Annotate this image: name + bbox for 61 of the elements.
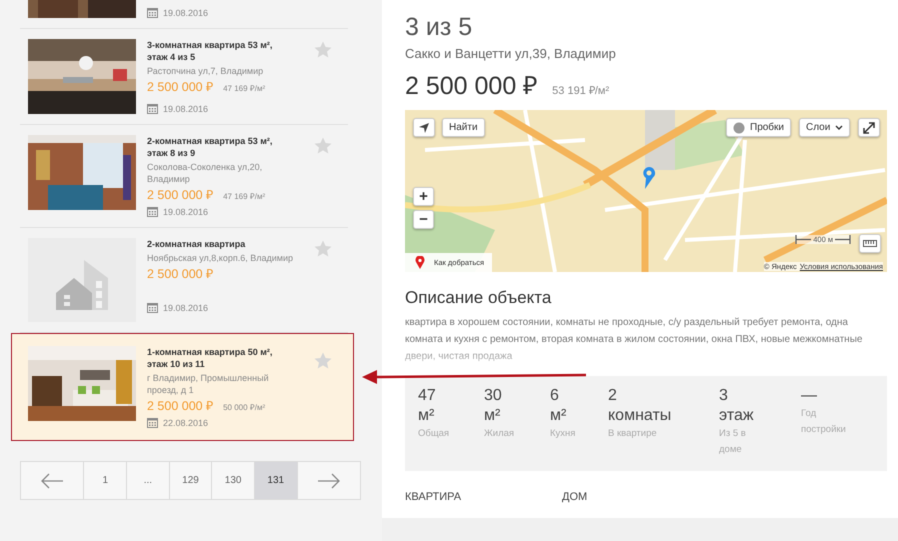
price-per-m2: 50 000 ₽/м² [223, 402, 266, 412]
layers-button[interactable]: Слои [799, 118, 850, 137]
page-button[interactable]: ... [127, 462, 170, 499]
listing-card[interactable]: 2-комнатная квартира Ноябрьская ул,8,корп.6, Владимир 2 500 000 ₽ 19.08.2016 [20, 228, 348, 333]
button-label: Слои [806, 122, 830, 133]
listing-title[interactable]: 2-комнатная квартира [147, 238, 246, 250]
page-button[interactable]: 131 [254, 462, 298, 499]
listing-price: 2 500 000 ₽ [147, 398, 214, 414]
zoom-in-button[interactable]: + [413, 187, 434, 206]
listing-price: 2 500 000 ₽ [147, 79, 214, 95]
page-button[interactable]: 129 [170, 462, 212, 499]
button-label: Пробки [750, 122, 784, 133]
listing-card[interactable]: 2-комнатная квартира 53 м², этаж 8 из 9 Соколова-Соколенка ул,20, Владимир 2 500 000 ₽ 47 169 ₽/м² 19.08.2016 [20, 125, 348, 228]
zoom-out-button[interactable]: − [413, 210, 434, 229]
stat-value: — [801, 386, 818, 406]
listing-counter: 3 из 5 [405, 12, 474, 42]
section-tab[interactable]: ДОМ [562, 491, 719, 503]
page-button[interactable]: 1 [84, 462, 128, 499]
stat-label: В квартире [608, 427, 658, 441]
stat-unit: м² [550, 406, 568, 426]
stat-label: Год постройки [801, 407, 847, 437]
section-heading: Описание объекта [405, 288, 552, 308]
stat-unit: м² [484, 406, 502, 426]
listing-address: г Владимир, Промышленный проезд, д 1 [147, 372, 269, 396]
listing-date: 19.08.2016 [163, 8, 208, 18]
stat-value: 47 [418, 386, 437, 406]
listing-title[interactable]: 2-комнатная квартира 53 м², этаж 8 из 9 [147, 135, 272, 159]
price-per-m2: 47 169 ₽/м² [223, 83, 266, 93]
section-tab[interactable]: КВАРТИРА [405, 491, 562, 503]
stat-label: Жилая [484, 427, 516, 441]
property-price: 2 500 000 ₽ [405, 71, 538, 101]
stat-label: Кухня [550, 427, 576, 441]
listing-address: Ноябрьская ул,8,корп.6, Владимир [147, 252, 293, 264]
price-per-m2: 47 169 ₽/м² [223, 191, 266, 201]
find-button[interactable]: Найти [442, 118, 485, 137]
description-text: квартира в хорошем состоянии, комнаты не проходные, с/у раздельный требует ремонта, одна комната и кухня с ремонтом, вторая комната в жилом состоянии, окна ПВХ, новые межкомнатные двери, чистая продажа [405, 316, 864, 364]
listing-date: 22.08.2016 [163, 418, 208, 428]
stat-unit: этаж [719, 406, 755, 426]
stat-label: Общая [418, 427, 450, 441]
traffic-button[interactable]: Пробки [726, 118, 791, 137]
listing-title[interactable]: 3-комнатная квартира 53 м², этаж 4 из 5 [147, 39, 272, 63]
listing-date: 19.08.2016 [163, 206, 208, 216]
listing-card[interactable]: 3-комнатная квартира 53 м², этаж 4 из 5 Растопчина ул,7, Владимир 2 500 000 ₽ 47 169 ₽/м² 19.08.2016 [20, 29, 348, 125]
listing-date: 19.08.2016 [163, 302, 208, 312]
stat-unit: комнаты [608, 406, 672, 426]
stat-value: 3 [719, 386, 729, 406]
listing-title[interactable]: 1-комнатная квартира 50 м², этаж 10 из 11 [147, 346, 272, 370]
listing-date: 19.08.2016 [163, 104, 208, 114]
listing-price: 2 500 000 ₽ [147, 187, 214, 203]
listing-address: Растопчина ул,7, Владимир [147, 65, 264, 77]
listing-address: Соколова-Соколенка ул,20, Владимир [147, 161, 262, 185]
stat-value: 6 [550, 386, 560, 406]
stat-label: Из 5 в доме [719, 427, 747, 457]
stat-unit: м² [418, 406, 436, 426]
stat-value: 2 [608, 386, 618, 406]
listing-price: 2 500 000 ₽ [147, 266, 214, 282]
page-button[interactable]: 130 [212, 462, 255, 499]
property-address: Сакко и Ванцетти ул,39, Владимир [405, 46, 617, 61]
price-per-m2: 53 191 ₽/м² [552, 84, 610, 97]
selected-listing-card[interactable]: 1-комнатная квартира 50 м², этаж 10 из 11 г Владимир, Промышленный проезд, д 1 2 500 000 ₽ 50 000 ₽/м² 22.08.2016 [11, 333, 354, 441]
stat-value: 30 [484, 386, 503, 406]
